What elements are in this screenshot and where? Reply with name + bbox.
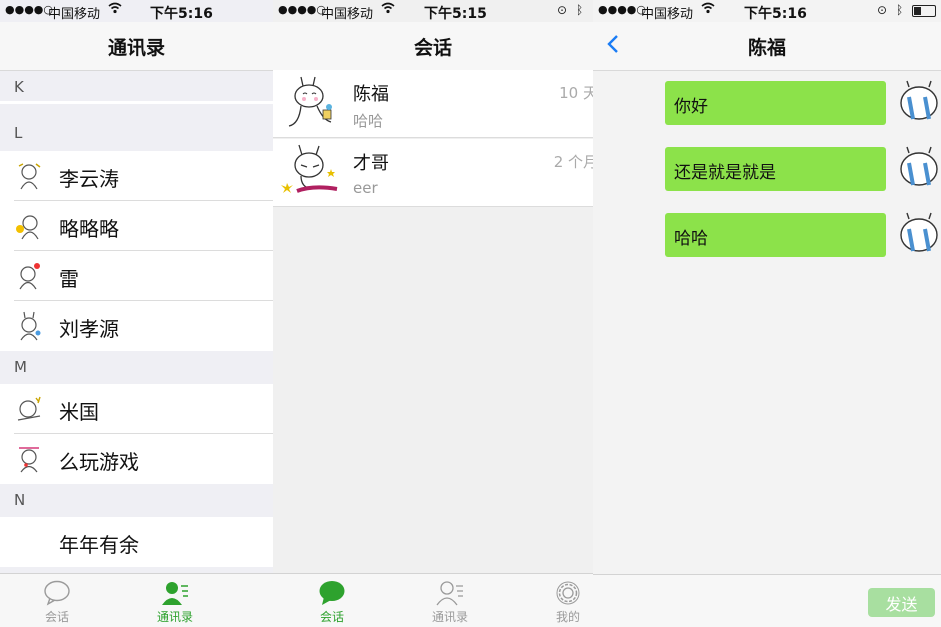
wifi-icon	[108, 2, 122, 17]
conversation-name: 才哥	[353, 153, 389, 174]
contact-item[interactable]: 李云涛	[0, 151, 273, 201]
contact-avatar-icon	[20, 311, 41, 341]
message-text: 还是就是就是	[674, 163, 776, 183]
contact-avatar-icon	[17, 396, 41, 421]
tab-contacts[interactable]: 通讯录	[146, 574, 204, 627]
contact-avatar-icon	[18, 163, 41, 190]
my-avatar-icon	[900, 212, 938, 252]
tab-label: 通讯录	[431, 610, 468, 624]
contact-item[interactable]: 雷	[0, 251, 273, 301]
conversation-time: 10 天	[559, 84, 593, 102]
conversation-preview: eer	[353, 179, 378, 197]
conversation-item[interactable]: 陈福 哈哈 10 天	[273, 70, 593, 138]
wifi-icon	[701, 2, 715, 17]
contact-item[interactable]: 米国	[0, 384, 273, 434]
contact-name: 么玩游戏	[59, 450, 139, 474]
tab-label: 我的	[555, 610, 580, 624]
contact-item[interactable]: 刘孝源	[0, 301, 273, 351]
lock-rotation-icon: ⊙	[877, 3, 888, 17]
message-bubble[interactable]: 还是就是就是	[665, 147, 886, 191]
wifi-icon	[381, 2, 395, 17]
contact-name: 米国	[59, 400, 99, 424]
status-bar: ●●●●○ 中国移动 下午5:15 ⊙ ᛒ	[273, 0, 593, 22]
conversation-name: 陈福	[353, 84, 389, 105]
status-time: 下午5:16	[744, 6, 807, 22]
chat-bubble-icon	[319, 581, 345, 605]
contacts-icon	[436, 581, 463, 606]
nav-bar: 陈福	[593, 22, 941, 71]
carrier-label: 中国移动	[641, 7, 694, 22]
conversation-preview: 哈哈	[353, 112, 384, 130]
nav-bar: 会话	[273, 22, 593, 71]
page-title: 陈福	[747, 37, 786, 59]
carrier-label: 中国移动	[48, 7, 101, 22]
message-text: 哈哈	[674, 229, 708, 249]
tab-bar: 会话 通讯录	[0, 573, 273, 627]
signal-icon: ●●●●○	[278, 3, 326, 16]
bluetooth-icon: ᛒ	[896, 3, 904, 17]
contact-name: 刘孝源	[59, 317, 119, 341]
message-bubble[interactable]: 哈哈	[665, 213, 886, 257]
status-time: 下午5:16	[150, 6, 213, 22]
divider	[273, 206, 593, 207]
tab-contacts[interactable]: 通讯录	[421, 574, 479, 627]
contact-avatar-icon	[16, 215, 39, 240]
divider	[273, 137, 593, 138]
section-k-partial-row	[0, 101, 273, 104]
signal-icon: ●●●●○	[5, 3, 53, 16]
contact-item[interactable]: 么玩游戏	[0, 434, 273, 484]
tab-bar: 会话 通讯录 我的	[273, 573, 593, 627]
contact-name: 年年有余	[59, 533, 139, 557]
tab-label: 通讯录	[156, 610, 193, 624]
conversations-screen: ●●●●○ 中国移动 下午5:15 ⊙ ᛒ 会话 陈福 哈哈 10 天 才哥 e…	[273, 0, 593, 627]
my-avatar-icon	[900, 80, 938, 120]
signal-icon: ●●●●○	[598, 3, 646, 16]
carrier-label: 中国移动	[321, 7, 374, 22]
tab-me[interactable]: 我的	[539, 574, 593, 627]
bluetooth-icon: ᛒ	[576, 3, 584, 17]
tab-conversations[interactable]: 会话	[303, 574, 361, 627]
section-header-k: K	[0, 71, 273, 104]
lock-rotation-icon: ⊙	[557, 3, 568, 17]
contact-name: 略略略	[59, 217, 119, 241]
tab-conversations[interactable]: 会话	[28, 574, 86, 627]
tab-label: 会话	[44, 610, 69, 624]
message-input-bar: 发送	[593, 574, 941, 627]
nav-bar: 通讯录	[0, 22, 273, 71]
contact-item[interactable]: 年年有余	[0, 517, 273, 567]
section-header-l: L	[0, 117, 273, 150]
page-title: 通讯录	[107, 37, 165, 59]
status-time: 下午5:15	[424, 6, 487, 22]
battery-icon	[912, 5, 936, 17]
conversation-avatar-icon	[288, 76, 332, 127]
page-title: 会话	[413, 37, 452, 59]
chat-screen: ●●●●○ 中国移动 下午5:16 ⊙ ᛒ 陈福 你好 还是就是就是 哈哈 发送	[593, 0, 941, 627]
conversation-item[interactable]: 才哥 eer 2 个月	[273, 139, 593, 207]
chat-bubble-icon	[44, 580, 70, 606]
conversation-time: 2 个月	[553, 153, 593, 171]
contact-item[interactable]: 略略略	[0, 201, 273, 251]
send-button[interactable]: 发送	[868, 588, 935, 617]
contact-avatar-icon	[19, 447, 39, 473]
contact-name: 李云涛	[59, 167, 119, 191]
contacts-icon	[162, 582, 188, 605]
contacts-screen: ●●●●○ 中国移动 下午5:16 通讯录 K L 李云涛 略略略 雷 刘孝源 …	[0, 0, 273, 627]
message-bubble[interactable]: 你好	[665, 81, 886, 125]
contact-name: 雷	[59, 267, 79, 291]
tab-label: 会话	[319, 610, 344, 624]
status-bar: ●●●●○ 中国移动 下午5:16 ⊙ ᛒ	[593, 0, 941, 22]
section-header-n: N	[0, 484, 273, 517]
section-header-m: M	[0, 351, 273, 384]
contact-avatar-icon	[19, 263, 40, 290]
conversation-avatar-icon	[281, 144, 338, 193]
status-bar: ●●●●○ 中国移动 下午5:16	[0, 0, 273, 22]
my-avatar-icon	[900, 146, 938, 186]
gear-icon	[556, 581, 580, 605]
message-text: 你好	[674, 97, 708, 117]
